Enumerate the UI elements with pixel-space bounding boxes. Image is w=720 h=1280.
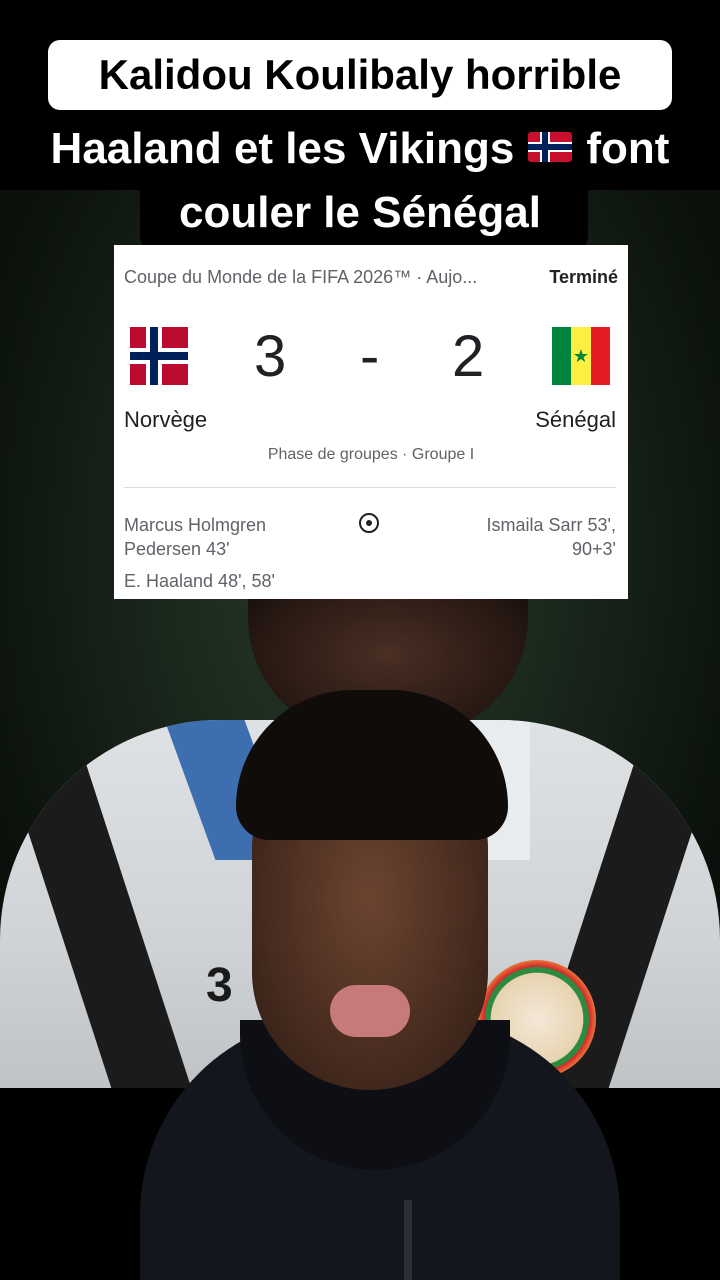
caption-line-2-text-start: Haaland et les Vikings [50,124,515,173]
caption-line-2: Haaland et les Vikings font [0,118,720,180]
home-scorer-line-3: E. Haaland 48', 58' [124,571,275,591]
caption-line-1: Kalidou Koulibaly horrible [48,40,672,110]
norway-flag-icon [528,132,573,163]
hoodie-zipper [404,1200,412,1280]
away-scorer-line-1: Ismaila Sarr 53', [486,515,616,535]
norway-flag-icon [130,327,188,385]
caption-line-3: couler le Sénégal [179,188,541,237]
jersey-number: 3 [206,959,233,1012]
match-stage: Phase de groupes · Groupe I [267,446,475,463]
jersey-stripe-left [0,720,209,1088]
match-score-card[interactable]: Coupe du Monde de la FIFA 2026™ · Aujo..… [114,245,628,599]
home-score: 3 [254,324,287,389]
person-mouth [330,985,410,1037]
away-score: 2 [452,324,485,389]
home-team-name[interactable]: Norvège [124,407,207,433]
home-scorer-line-1: Marcus Holmgren [124,515,267,535]
away-scorer-line-2: 90+3' [572,539,616,559]
competition-label: Coupe du Monde de la FIFA 2026™ · Aujo..… [124,267,478,287]
away-team-name[interactable]: Sénégal [535,407,616,433]
score-separator: - [360,324,380,389]
soccer-ball-icon [359,513,379,533]
home-scorers: Marcus Holmgren Pedersen 43' E. Haaland … [124,513,275,593]
card-divider [124,487,616,488]
away-scorers: Ismaila Sarr 53', 90+3' [487,513,616,561]
senegal-flag-icon: ★ [552,327,610,385]
home-scorer-line-2: Pedersen 43' [124,539,230,559]
caption-line-2-text-end: font [586,124,670,173]
match-status: Terminé [549,267,618,287]
